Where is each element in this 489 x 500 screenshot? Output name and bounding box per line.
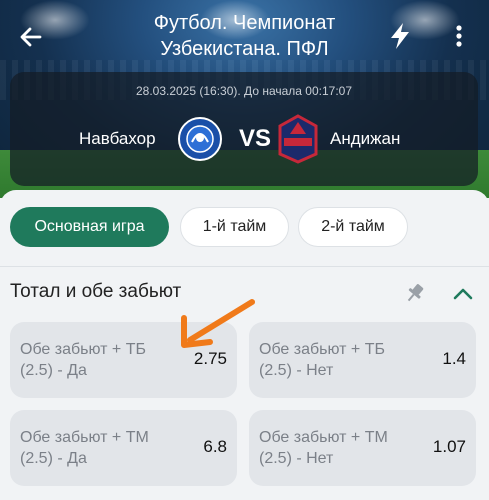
odd-value: 1.4: [442, 349, 466, 368]
tab-second-half[interactable]: 2-й тайм: [298, 207, 408, 247]
more-menu-button[interactable]: [446, 20, 472, 52]
boost-button[interactable]: [384, 20, 416, 52]
match-datetime: 28.03.2025 (16:30). До начала 00:17:07: [135, 84, 353, 98]
back-button[interactable]: [14, 20, 48, 54]
market-title: Тотал и обе забьют: [10, 281, 182, 302]
odd-button[interactable]: Обе забьют + ТМ (2.5) - Да 6.8: [10, 410, 237, 486]
match-card: 28.03.2025 (16:30). До начала 00:17:07 Н…: [10, 72, 478, 186]
more-vertical-icon: [456, 25, 462, 47]
tab-main-game[interactable]: Основная игра: [10, 207, 169, 247]
away-team-logo: [278, 114, 318, 164]
home-team-name: Навбахор: [79, 129, 156, 148]
home-team-logo: [178, 117, 222, 161]
odd-button[interactable]: Обе забьют + ТБ (2.5) - Нет 1.4: [249, 322, 476, 398]
lightning-icon: [391, 23, 409, 49]
arrow-left-icon: [20, 27, 42, 47]
match-header: Футбол. Чемпионат Узбекистана. ПФЛ 28.03…: [0, 0, 489, 198]
odd-button[interactable]: Обе забьют + ТМ (2.5) - Нет 1.07: [249, 410, 476, 486]
versus-label: VS: [239, 125, 272, 152]
odd-value: 6.8: [203, 437, 227, 456]
odd-label: Обе забьют + ТМ (2.5) - Да: [20, 429, 149, 467]
divider: [0, 266, 489, 267]
pin-icon: [407, 284, 424, 302]
annotation-arrow: [181, 299, 255, 348]
tab-first-half[interactable]: 1-й тайм: [180, 207, 289, 247]
odd-label: Обе забьют + ТБ (2.5) - Нет: [259, 341, 385, 379]
odd-label: Обе забьют + ТМ (2.5) - Нет: [259, 429, 388, 467]
odd-label: Обе забьют + ТБ (2.5) - Да: [20, 341, 146, 379]
collapse-button[interactable]: [448, 278, 478, 308]
odd-value: 1.07: [432, 437, 466, 456]
chevron-up-icon: [453, 288, 473, 300]
page-title: Футбол. Чемпионат Узбекистана. ПФЛ: [153, 12, 336, 60]
pin-button[interactable]: [400, 278, 430, 308]
away-team-name: Андижан: [330, 129, 401, 148]
